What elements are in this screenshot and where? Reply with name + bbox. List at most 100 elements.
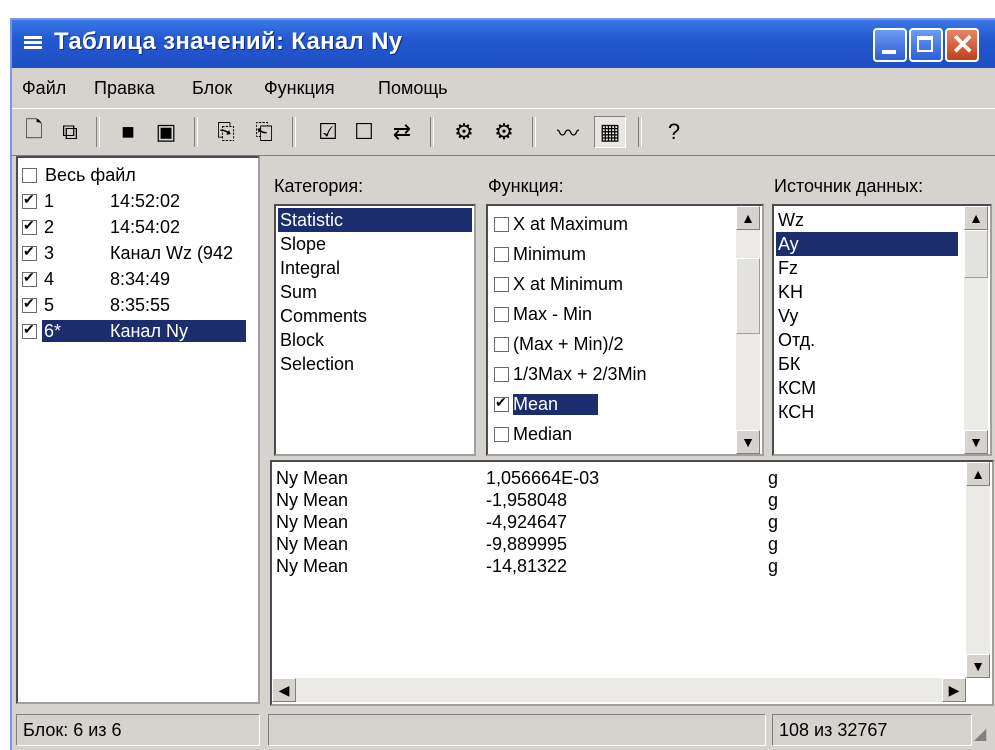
scroll-down-icon[interactable]: ▼ bbox=[964, 430, 988, 454]
function-item[interactable]: Minimum bbox=[490, 240, 726, 268]
file-row-5[interactable]: 5 8:35:55 bbox=[22, 292, 258, 318]
file-all-row[interactable]: Весь файл bbox=[22, 162, 136, 188]
minimize-icon bbox=[882, 50, 896, 54]
file-checkbox[interactable] bbox=[22, 243, 37, 261]
resize-grip-icon[interactable]: ◢ bbox=[974, 724, 986, 744]
file-row-4[interactable]: 4 8:34:49 bbox=[22, 266, 258, 292]
gear-icon[interactable]: ⚙ bbox=[448, 116, 480, 148]
category-item[interactable]: Sum bbox=[278, 280, 317, 304]
category-item[interactable]: Slope bbox=[278, 232, 326, 256]
file-checkbox[interactable] bbox=[22, 217, 37, 235]
function-checkbox[interactable] bbox=[494, 426, 509, 442]
toggle-check-icon[interactable]: ⇄ bbox=[386, 116, 418, 148]
waveform-icon[interactable]: 〰 bbox=[552, 116, 584, 148]
close-button[interactable]: ✕ bbox=[945, 28, 979, 62]
result-name: Ny Mean bbox=[276, 534, 349, 554]
category-item[interactable]: Comments bbox=[278, 304, 367, 328]
file-checkbox[interactable] bbox=[22, 321, 37, 339]
file-list[interactable]: Весь файл 1 14:52:02 2 14:54:02 3 Канал … bbox=[16, 156, 260, 704]
file-row-2[interactable]: 2 14:54:02 bbox=[22, 214, 258, 240]
copy-clipboard-icon[interactable]: ⎘ bbox=[210, 116, 242, 148]
result-unit: g bbox=[768, 556, 779, 576]
function-item[interactable]: X at Maximum bbox=[490, 210, 726, 238]
source-item[interactable]: Vy bbox=[776, 304, 798, 328]
scroll-thumb[interactable] bbox=[964, 230, 988, 278]
source-item[interactable]: Отд. bbox=[776, 328, 815, 352]
scroll-down-icon[interactable]: ▼ bbox=[966, 654, 990, 678]
function-item[interactable]: (Max + Min)/2 bbox=[490, 330, 726, 358]
file-row-1[interactable]: 1 14:52:02 bbox=[22, 188, 258, 214]
minimize-button[interactable] bbox=[873, 28, 907, 62]
source-item[interactable]: Wz bbox=[776, 208, 804, 232]
source-list[interactable]: Wz Ay Fz KH Vy Отд. БК КСМ КСН ▲ ▼ bbox=[772, 204, 992, 456]
menu-block[interactable]: Блок bbox=[192, 78, 232, 99]
scroll-up-icon[interactable]: ▲ bbox=[736, 206, 760, 230]
file-row-3[interactable]: 3 Канал Wz (942 bbox=[22, 240, 258, 266]
source-item[interactable]: КСМ bbox=[776, 376, 816, 400]
scroll-down-icon[interactable]: ▼ bbox=[736, 430, 760, 454]
function-item[interactable]: Mean bbox=[490, 390, 726, 418]
function-item[interactable]: Max - Min bbox=[490, 300, 726, 328]
menu-bar: Файл Правка Блок Функция Помощь bbox=[12, 68, 995, 108]
scroll-up-icon[interactable]: ▲ bbox=[966, 462, 990, 486]
file-time: 14:54:02 bbox=[110, 216, 181, 237]
function-list[interactable]: X at Maximum Minimum X at Minimum Max - … bbox=[486, 204, 764, 456]
check-list-icon[interactable]: ☑ bbox=[312, 116, 344, 148]
new-icon[interactable]: 🗋 bbox=[18, 116, 50, 148]
file-checkbox[interactable] bbox=[22, 269, 37, 287]
scroll-right-icon[interactable]: ▶ bbox=[942, 678, 966, 702]
function-item[interactable]: Median bbox=[490, 420, 726, 448]
help-icon[interactable]: ? bbox=[658, 116, 690, 148]
function-checkbox[interactable] bbox=[494, 216, 509, 232]
function-checkbox[interactable] bbox=[494, 336, 509, 352]
scroll-left-icon[interactable]: ◀ bbox=[272, 678, 296, 702]
source-item[interactable]: KH bbox=[776, 280, 803, 304]
source-item[interactable]: БК bbox=[776, 352, 800, 376]
paste-icon[interactable]: ⎗ bbox=[248, 116, 280, 148]
save-icon[interactable]: ■ bbox=[112, 116, 144, 148]
results-vscrollbar[interactable]: ▲ ▼ bbox=[966, 462, 990, 678]
results-panel[interactable]: Ny Mean 1,056664E-03 g Ny Mean -1,958048… bbox=[270, 460, 994, 706]
source-item[interactable]: Fz bbox=[776, 256, 798, 280]
category-list[interactable]: Statistic Slope Integral Sum Comments Bl… bbox=[274, 204, 476, 456]
table-view-icon[interactable]: ▦ bbox=[594, 116, 626, 148]
file-number: 4 bbox=[44, 268, 55, 289]
function-checkbox[interactable] bbox=[494, 276, 509, 292]
menu-file[interactable]: Файл bbox=[22, 78, 66, 99]
maximize-icon bbox=[917, 36, 933, 52]
save-all-icon[interactable]: ▣ bbox=[150, 116, 182, 148]
results-hscrollbar[interactable]: ◀ ▶ bbox=[272, 678, 966, 702]
category-item[interactable]: Integral bbox=[278, 256, 340, 280]
file-checkbox[interactable] bbox=[22, 295, 37, 313]
file-row-6[interactable]: 6* Канал Ny bbox=[22, 318, 258, 344]
category-item[interactable]: Selection bbox=[278, 352, 354, 376]
function-checkbox[interactable] bbox=[494, 366, 509, 382]
scroll-thumb[interactable] bbox=[736, 258, 760, 334]
title-bar[interactable]: Таблица значений: Канал Ny ✕ bbox=[12, 20, 995, 68]
menu-edit[interactable]: Правка bbox=[94, 78, 155, 99]
category-item[interactable]: Statistic bbox=[278, 208, 472, 232]
function-scrollbar[interactable]: ▲ ▼ bbox=[736, 206, 760, 454]
source-item[interactable]: КСН bbox=[776, 400, 814, 424]
maximize-button[interactable] bbox=[909, 28, 943, 62]
toolbar: 🗋 ⧉ ■ ▣ ⎘ ⎗ ☑ ☐ ⇄ ⚙ ⚙ 〰 ▦ ? bbox=[12, 108, 995, 156]
file-checkbox[interactable] bbox=[22, 191, 37, 209]
copy-icon[interactable]: ⧉ bbox=[54, 116, 86, 148]
file-time: Канал Wz (942 bbox=[110, 242, 233, 263]
result-name: Ny Mean bbox=[276, 556, 349, 576]
uncheck-list-icon[interactable]: ☐ bbox=[348, 116, 380, 148]
source-item[interactable]: Ay bbox=[776, 232, 958, 256]
function-checkbox[interactable] bbox=[494, 394, 509, 412]
scroll-up-icon[interactable]: ▲ bbox=[964, 206, 988, 230]
function-item[interactable]: X at Minimum bbox=[490, 270, 726, 298]
file-all-checkbox[interactable] bbox=[22, 167, 37, 183]
category-item[interactable]: Block bbox=[278, 328, 324, 352]
file-all-label: Весь файл bbox=[45, 164, 136, 185]
function-checkbox[interactable] bbox=[494, 246, 509, 262]
gear-grid-icon[interactable]: ⚙ bbox=[488, 116, 520, 148]
menu-help[interactable]: Помощь bbox=[378, 78, 448, 99]
function-item[interactable]: 1/3Max + 2/3Min bbox=[490, 360, 726, 388]
source-scrollbar[interactable]: ▲ ▼ bbox=[964, 206, 988, 454]
function-checkbox[interactable] bbox=[494, 306, 509, 322]
menu-function[interactable]: Функция bbox=[264, 78, 335, 99]
